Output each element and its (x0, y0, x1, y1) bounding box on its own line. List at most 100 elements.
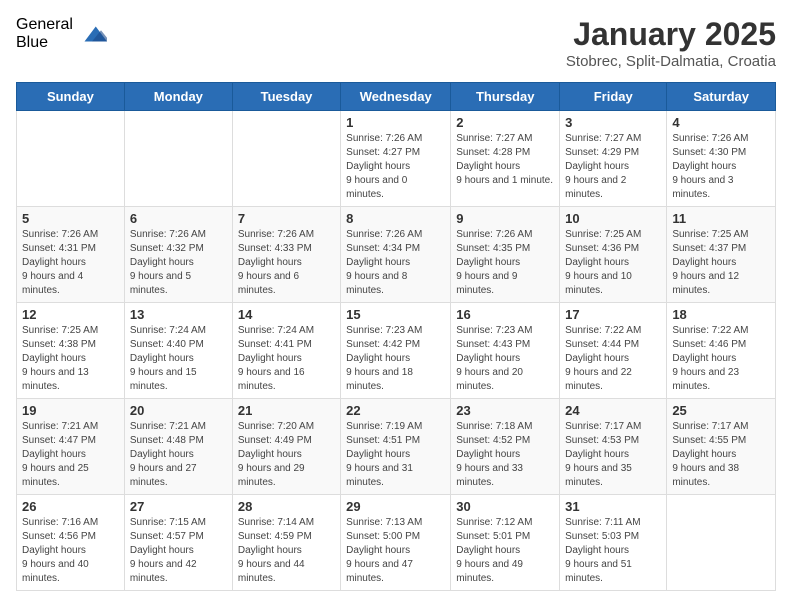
calendar-cell (124, 111, 232, 207)
calendar-week-row: 12Sunrise: 7:25 AMSunset: 4:38 PMDayligh… (17, 303, 776, 399)
day-number: 2 (456, 115, 554, 130)
calendar-week-row: 19 Sunrise: 7:21 AMSunset: 4:47 PMDayligh… (17, 399, 776, 495)
day-info: Sunrise: 7:26 AMSunset: 4:30 PMDaylight … (672, 132, 770, 202)
calendar-cell: 15Sunrise: 7:23 AMSunset: 4:42 PMDayligh… (341, 303, 451, 399)
day-number: 19 (22, 403, 119, 418)
day-number: 14 (238, 307, 335, 322)
logo-blue: Blue (16, 34, 73, 52)
day-number: 31 (565, 499, 661, 514)
weekday-header: Friday (560, 83, 667, 111)
day-number: 25 (672, 403, 770, 418)
day-info: Sunrise: 7:23 AMSunset: 4:43 PMDaylight … (456, 324, 554, 394)
weekday-header: Tuesday (232, 83, 340, 111)
day-number: 22 (346, 403, 445, 418)
day-number: 16 (456, 307, 554, 322)
day-info: Sunrise: 7:14 AMSunset: 4:59 PMDaylight … (238, 516, 335, 586)
day-number: 5 (22, 211, 119, 226)
day-info: Sunrise: 7:15 AMSunset: 4:57 PMDaylight … (130, 516, 227, 586)
calendar-cell: 24Sunrise: 7:17 AMSunset: 4:53 PMDayligh… (560, 399, 667, 495)
day-info: Sunrise: 7:19 AMSunset: 4:51 PMDaylight … (346, 420, 445, 490)
day-number: 21 (238, 403, 335, 418)
day-info: Sunrise: 7:22 AMSunset: 4:46 PMDaylight … (672, 324, 770, 394)
day-info: Sunrise: 7:25 AMSunset: 4:37 PMDaylight … (672, 228, 770, 298)
day-number: 12 (22, 307, 119, 322)
calendar-cell: 31 Sunrise: 7:11 AMSunset: 5:03 PMDayligh… (560, 495, 667, 591)
day-info: Sunrise: 7:20 AMSunset: 4:49 PMDaylight … (238, 420, 335, 490)
day-info: Sunrise: 7:17 AMSunset: 4:55 PMDaylight … (672, 420, 770, 490)
calendar-cell: 2 Sunrise: 7:27 AMSunset: 4:28 PMDaylight… (451, 111, 560, 207)
day-number: 17 (565, 307, 661, 322)
day-number: 26 (22, 499, 119, 514)
location-subtitle: Stobrec, Split-Dalmatia, Croatia (566, 53, 776, 70)
calendar-cell: 11 Sunrise: 7:25 AMSunset: 4:37 PMDayligh… (667, 207, 776, 303)
day-number: 13 (130, 307, 227, 322)
day-number: 28 (238, 499, 335, 514)
calendar-cell: 21 Sunrise: 7:20 AMSunset: 4:49 PMDayligh… (232, 399, 340, 495)
day-info: Sunrise: 7:16 AMSunset: 4:56 PMDaylight … (22, 516, 119, 586)
weekday-header: Monday (124, 83, 232, 111)
calendar-cell: 14 Sunrise: 7:24 AMSunset: 4:41 PMDayligh… (232, 303, 340, 399)
day-info: Sunrise: 7:25 AMSunset: 4:36 PMDaylight … (565, 228, 661, 298)
logo-general: General (16, 16, 73, 34)
day-info: Sunrise: 7:26 AMSunset: 4:31 PMDaylight … (22, 228, 119, 298)
weekday-header: Wednesday (341, 83, 451, 111)
logo-icon (77, 19, 107, 49)
calendar-cell: 6Sunrise: 7:26 AMSunset: 4:32 PMDaylight… (124, 207, 232, 303)
calendar-cell: 12Sunrise: 7:25 AMSunset: 4:38 PMDayligh… (17, 303, 125, 399)
day-number: 4 (672, 115, 770, 130)
day-info: Sunrise: 7:26 AMSunset: 4:33 PMDaylight … (238, 228, 335, 298)
calendar-week-row: 1 Sunrise: 7:26 AMSunset: 4:27 PMDaylight… (17, 111, 776, 207)
calendar-cell: 17Sunrise: 7:22 AMSunset: 4:44 PMDayligh… (560, 303, 667, 399)
calendar-cell: 26 Sunrise: 7:16 AMSunset: 4:56 PMDayligh… (17, 495, 125, 591)
weekday-header: Sunday (17, 83, 125, 111)
day-info: Sunrise: 7:26 AMSunset: 4:35 PMDaylight … (456, 228, 554, 298)
calendar-cell: 4 Sunrise: 7:26 AMSunset: 4:30 PMDaylight… (667, 111, 776, 207)
month-title: January 2025 (566, 16, 776, 53)
calendar-cell (17, 111, 125, 207)
day-info: Sunrise: 7:27 AMSunset: 4:28 PMDaylight … (456, 132, 554, 188)
day-number: 29 (346, 499, 445, 514)
day-info: Sunrise: 7:23 AMSunset: 4:42 PMDaylight … (346, 324, 445, 394)
calendar-cell: 3 Sunrise: 7:27 AMSunset: 4:29 PMDaylight… (560, 111, 667, 207)
day-info: Sunrise: 7:27 AMSunset: 4:29 PMDaylight … (565, 132, 661, 202)
weekday-header: Saturday (667, 83, 776, 111)
page-header: General Blue January 2025 Stobrec, Split… (16, 16, 776, 70)
calendar-cell: 18Sunrise: 7:22 AMSunset: 4:46 PMDayligh… (667, 303, 776, 399)
day-number: 10 (565, 211, 661, 226)
day-info: Sunrise: 7:24 AMSunset: 4:40 PMDaylight … (130, 324, 227, 394)
day-number: 7 (238, 211, 335, 226)
day-info: Sunrise: 7:17 AMSunset: 4:53 PMDaylight … (565, 420, 661, 490)
day-info: Sunrise: 7:26 AMSunset: 4:27 PMDaylight … (346, 132, 445, 202)
day-number: 9 (456, 211, 554, 226)
day-number: 3 (565, 115, 661, 130)
day-info: Sunrise: 7:11 AMSunset: 5:03 PMDaylight … (565, 516, 661, 586)
calendar-cell: 7 Sunrise: 7:26 AMSunset: 4:33 PMDaylight… (232, 207, 340, 303)
day-info: Sunrise: 7:12 AMSunset: 5:01 PMDaylight … (456, 516, 554, 586)
day-number: 20 (130, 403, 227, 418)
calendar-cell (667, 495, 776, 591)
day-info: Sunrise: 7:26 AMSunset: 4:34 PMDaylight … (346, 228, 445, 298)
day-number: 27 (130, 499, 227, 514)
calendar-cell: 10 Sunrise: 7:25 AMSunset: 4:36 PMDayligh… (560, 207, 667, 303)
calendar-cell: 9 Sunrise: 7:26 AMSunset: 4:35 PMDaylight… (451, 207, 560, 303)
calendar-cell: 20 Sunrise: 7:21 AMSunset: 4:48 PMDayligh… (124, 399, 232, 495)
calendar-cell: 16 Sunrise: 7:23 AMSunset: 4:43 PMDayligh… (451, 303, 560, 399)
calendar-week-row: 26 Sunrise: 7:16 AMSunset: 4:56 PMDayligh… (17, 495, 776, 591)
calendar-cell: 1 Sunrise: 7:26 AMSunset: 4:27 PMDaylight… (341, 111, 451, 207)
day-number: 11 (672, 211, 770, 226)
day-number: 30 (456, 499, 554, 514)
day-number: 1 (346, 115, 445, 130)
calendar-cell: 28 Sunrise: 7:14 AMSunset: 4:59 PMDayligh… (232, 495, 340, 591)
calendar-cell: 22 Sunrise: 7:19 AMSunset: 4:51 PMDayligh… (341, 399, 451, 495)
calendar-week-row: 5 Sunrise: 7:26 AMSunset: 4:31 PMDaylight… (17, 207, 776, 303)
day-info: Sunrise: 7:21 AMSunset: 4:48 PMDaylight … (130, 420, 227, 490)
day-info: Sunrise: 7:18 AMSunset: 4:52 PMDaylight … (456, 420, 554, 490)
calendar-cell: 13 Sunrise: 7:24 AMSunset: 4:40 PMDayligh… (124, 303, 232, 399)
calendar-cell: 30 Sunrise: 7:12 AMSunset: 5:01 PMDayligh… (451, 495, 560, 591)
day-info: Sunrise: 7:26 AMSunset: 4:32 PMDaylight … (130, 228, 227, 298)
day-info: Sunrise: 7:21 AMSunset: 4:47 PMDaylight … (22, 420, 119, 490)
day-info: Sunrise: 7:13 AMSunset: 5:00 PMDaylight … (346, 516, 445, 586)
calendar-cell (232, 111, 340, 207)
day-info: Sunrise: 7:24 AMSunset: 4:41 PMDaylight … (238, 324, 335, 394)
day-number: 8 (346, 211, 445, 226)
